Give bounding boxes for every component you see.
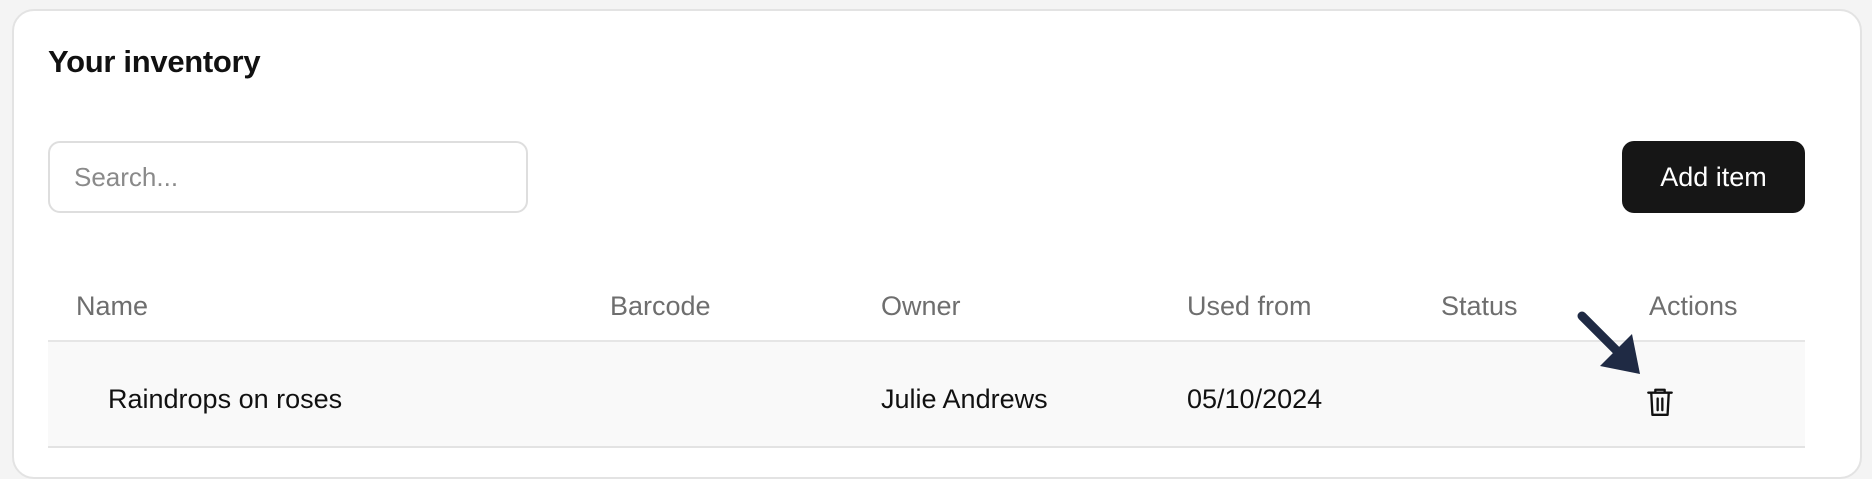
cell-name: Raindrops on roses [108, 384, 343, 414]
search-input[interactable] [48, 141, 528, 213]
column-header-name[interactable]: Name [76, 291, 148, 322]
add-item-button[interactable]: Add item [1622, 141, 1805, 213]
cell-used-from: 05/10/2024 [1187, 384, 1323, 414]
delete-button[interactable] [1640, 380, 1680, 424]
column-header-actions: Actions [1649, 291, 1738, 321]
cell-owner: Julie Andrews [881, 384, 1048, 414]
column-header-owner[interactable]: Owner [881, 291, 961, 322]
trash-icon [1647, 388, 1673, 416]
page-title: Your inventory [48, 44, 261, 79]
arrow-down-right-icon [1577, 311, 1640, 374]
column-header-status[interactable]: Status [1441, 291, 1518, 322]
column-header-used-from[interactable]: Used from [1187, 291, 1312, 322]
column-header-barcode[interactable]: Barcode [610, 291, 711, 322]
